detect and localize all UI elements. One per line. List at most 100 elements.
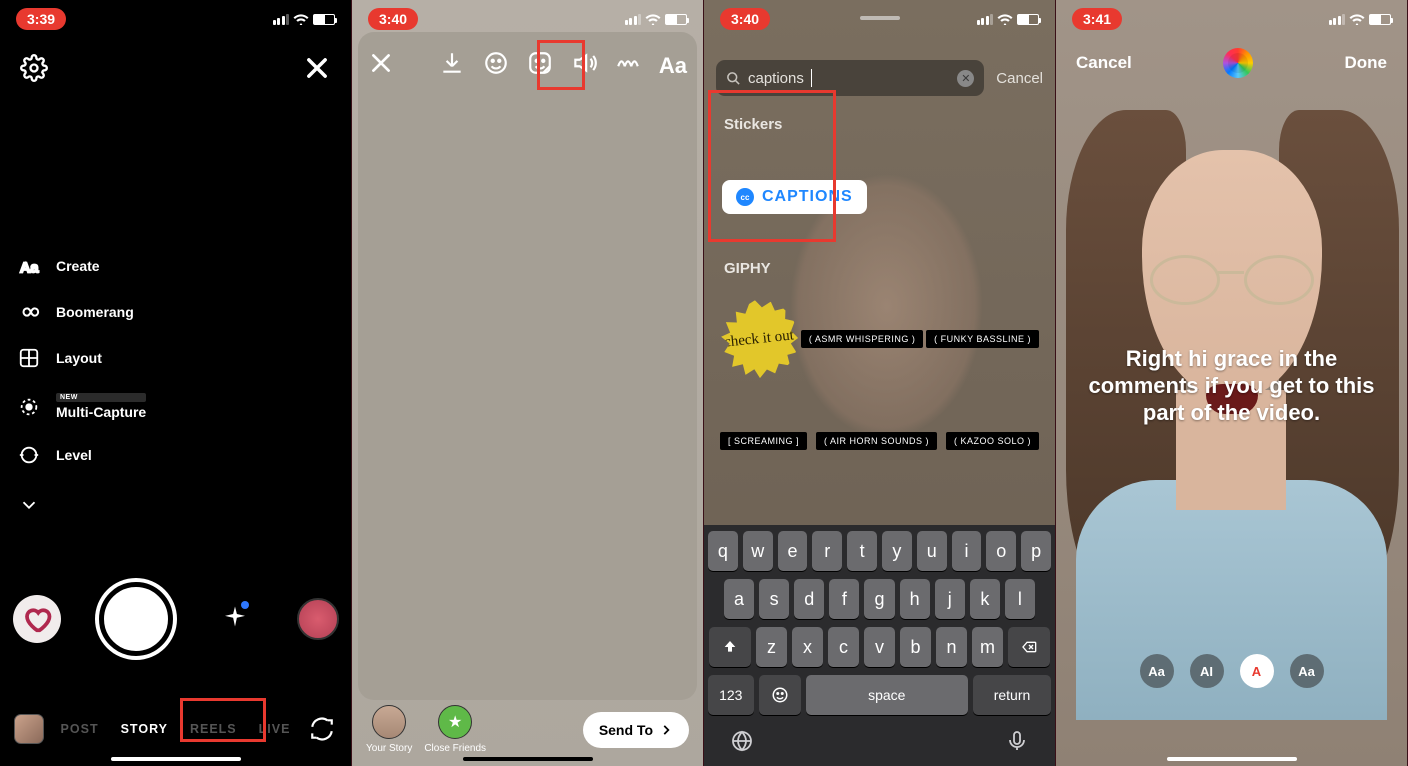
mic-key[interactable] [1005, 729, 1029, 758]
close-icon[interactable] [303, 54, 331, 87]
phone-sticker-search: 3:40 captions ✕ Cancel Stickers cc CAPTI… [704, 0, 1056, 766]
key-n[interactable]: n [936, 627, 967, 667]
captions-sticker[interactable]: cc CAPTIONS [722, 180, 867, 214]
clear-search-icon[interactable]: ✕ [957, 70, 974, 87]
color-picker-icon[interactable] [1223, 48, 1253, 78]
style-option-3[interactable]: A [1240, 654, 1274, 688]
return-key[interactable]: return [973, 675, 1051, 715]
camera-option-layout[interactable]: Layout [16, 347, 146, 369]
sticker-icon[interactable] [527, 50, 553, 81]
cancel-button[interactable]: Cancel [996, 70, 1043, 87]
section-stickers: Stickers [724, 116, 782, 133]
settings-gear-icon[interactable] [20, 54, 48, 87]
key-e[interactable]: e [778, 531, 808, 571]
giphy-check-it-out[interactable]: check it out [716, 296, 802, 382]
key-r[interactable]: r [812, 531, 842, 571]
key-b[interactable]: b [900, 627, 931, 667]
key-a[interactable]: a [724, 579, 754, 619]
key-j[interactable]: j [935, 579, 965, 619]
effect-thumbnail[interactable] [297, 598, 339, 640]
key-p[interactable]: p [1021, 531, 1051, 571]
status-bar: 3:40 [704, 0, 1055, 38]
shift-key[interactable] [709, 627, 751, 667]
text-tool-icon[interactable]: Aa [659, 53, 687, 79]
key-i[interactable]: i [952, 531, 982, 571]
home-indicator [463, 757, 593, 761]
backspace-key[interactable] [1008, 627, 1050, 667]
status-icons [273, 13, 336, 25]
key-h[interactable]: h [900, 579, 930, 619]
mode-post[interactable]: POST [61, 722, 99, 736]
search-value: captions [748, 70, 804, 87]
key-o[interactable]: o [986, 531, 1016, 571]
key-x[interactable]: x [792, 627, 823, 667]
story-canvas[interactable] [358, 32, 697, 700]
key-s[interactable]: s [759, 579, 789, 619]
mode-reels[interactable]: REELS [190, 722, 237, 736]
space-key[interactable]: space [806, 675, 969, 715]
sound-icon[interactable] [571, 50, 597, 81]
key-g[interactable]: g [864, 579, 894, 619]
done-button[interactable]: Done [1345, 53, 1388, 73]
caption-overlay-text[interactable]: Right hi grace in the comments if you ge… [1086, 346, 1377, 426]
new-badge: NEW [56, 393, 146, 402]
globe-key[interactable] [730, 729, 754, 758]
key-c[interactable]: c [828, 627, 859, 667]
style-option-4[interactable]: Aa [1290, 654, 1324, 688]
phone-caption-editor: 3:41 Cancel Done Right hi grace in the c… [1056, 0, 1408, 766]
cancel-button[interactable]: Cancel [1076, 53, 1132, 73]
share-close-friends[interactable]: ★ Close Friends [424, 705, 486, 754]
mode-live[interactable]: LIVE [259, 722, 291, 736]
key-t[interactable]: t [847, 531, 877, 571]
camera-options-list: Aa Create Boomerang Layout NEW Multi-Cap… [16, 255, 146, 516]
giphy-funky[interactable]: ( FUNKY BASSLINE ) [926, 330, 1039, 348]
face-filter-icon[interactable] [483, 50, 509, 81]
camera-option-boomerang[interactable]: Boomerang [16, 301, 146, 323]
key-k[interactable]: k [970, 579, 1000, 619]
close-icon[interactable] [368, 50, 394, 81]
status-time: 3:40 [720, 8, 770, 30]
key-l[interactable]: l [1005, 579, 1035, 619]
shutter-button[interactable] [99, 582, 173, 656]
switch-camera-icon[interactable] [307, 714, 337, 744]
giphy-screaming[interactable]: [ SCREAMING ] [720, 432, 807, 450]
home-indicator [111, 757, 241, 761]
story-toolbar: Aa [352, 50, 703, 81]
giphy-airhorn[interactable]: ( AIR HORN SOUNDS ) [816, 432, 937, 450]
style-option-1[interactable]: Aa [1140, 654, 1174, 688]
giphy-kazoo[interactable]: ( KAZOO SOLO ) [946, 432, 1039, 450]
expand-options-icon[interactable] [16, 494, 146, 516]
send-to-button[interactable]: Send To [583, 712, 689, 748]
mode-story[interactable]: STORY [121, 722, 168, 736]
status-time: 3:39 [16, 8, 66, 30]
search-icon [726, 71, 741, 86]
key-z[interactable]: z [756, 627, 787, 667]
camera-option-multicapture[interactable]: NEW Multi-Capture [16, 393, 146, 420]
effect-sparkle-icon[interactable] [211, 595, 259, 643]
style-option-2[interactable]: AI [1190, 654, 1224, 688]
key-u[interactable]: u [917, 531, 947, 571]
key-w[interactable]: w [743, 531, 773, 571]
key-d[interactable]: d [794, 579, 824, 619]
download-icon[interactable] [439, 50, 465, 81]
share-your-story[interactable]: Your Story [366, 705, 412, 754]
search-field[interactable]: captions ✕ [716, 60, 984, 96]
option-label: Level [56, 447, 92, 463]
gallery-thumbnail[interactable] [14, 714, 44, 744]
wifi-icon [293, 13, 309, 25]
camera-option-create[interactable]: Aa Create [16, 255, 146, 277]
key-y[interactable]: y [882, 531, 912, 571]
key-q[interactable]: q [708, 531, 738, 571]
effects-icon[interactable] [615, 50, 641, 81]
status-icons [1329, 13, 1392, 25]
key-v[interactable]: v [864, 627, 895, 667]
effect-heart-icon[interactable] [13, 595, 61, 643]
option-label: Multi-Capture [56, 404, 146, 420]
keyboard-row-2: asdfghjkl [708, 579, 1051, 619]
camera-option-level[interactable]: Level [16, 444, 146, 466]
numbers-key[interactable]: 123 [708, 675, 754, 715]
emoji-key[interactable] [759, 675, 801, 715]
giphy-asmr[interactable]: ( ASMR WHISPERING ) [801, 330, 924, 348]
key-m[interactable]: m [972, 627, 1003, 667]
key-f[interactable]: f [829, 579, 859, 619]
